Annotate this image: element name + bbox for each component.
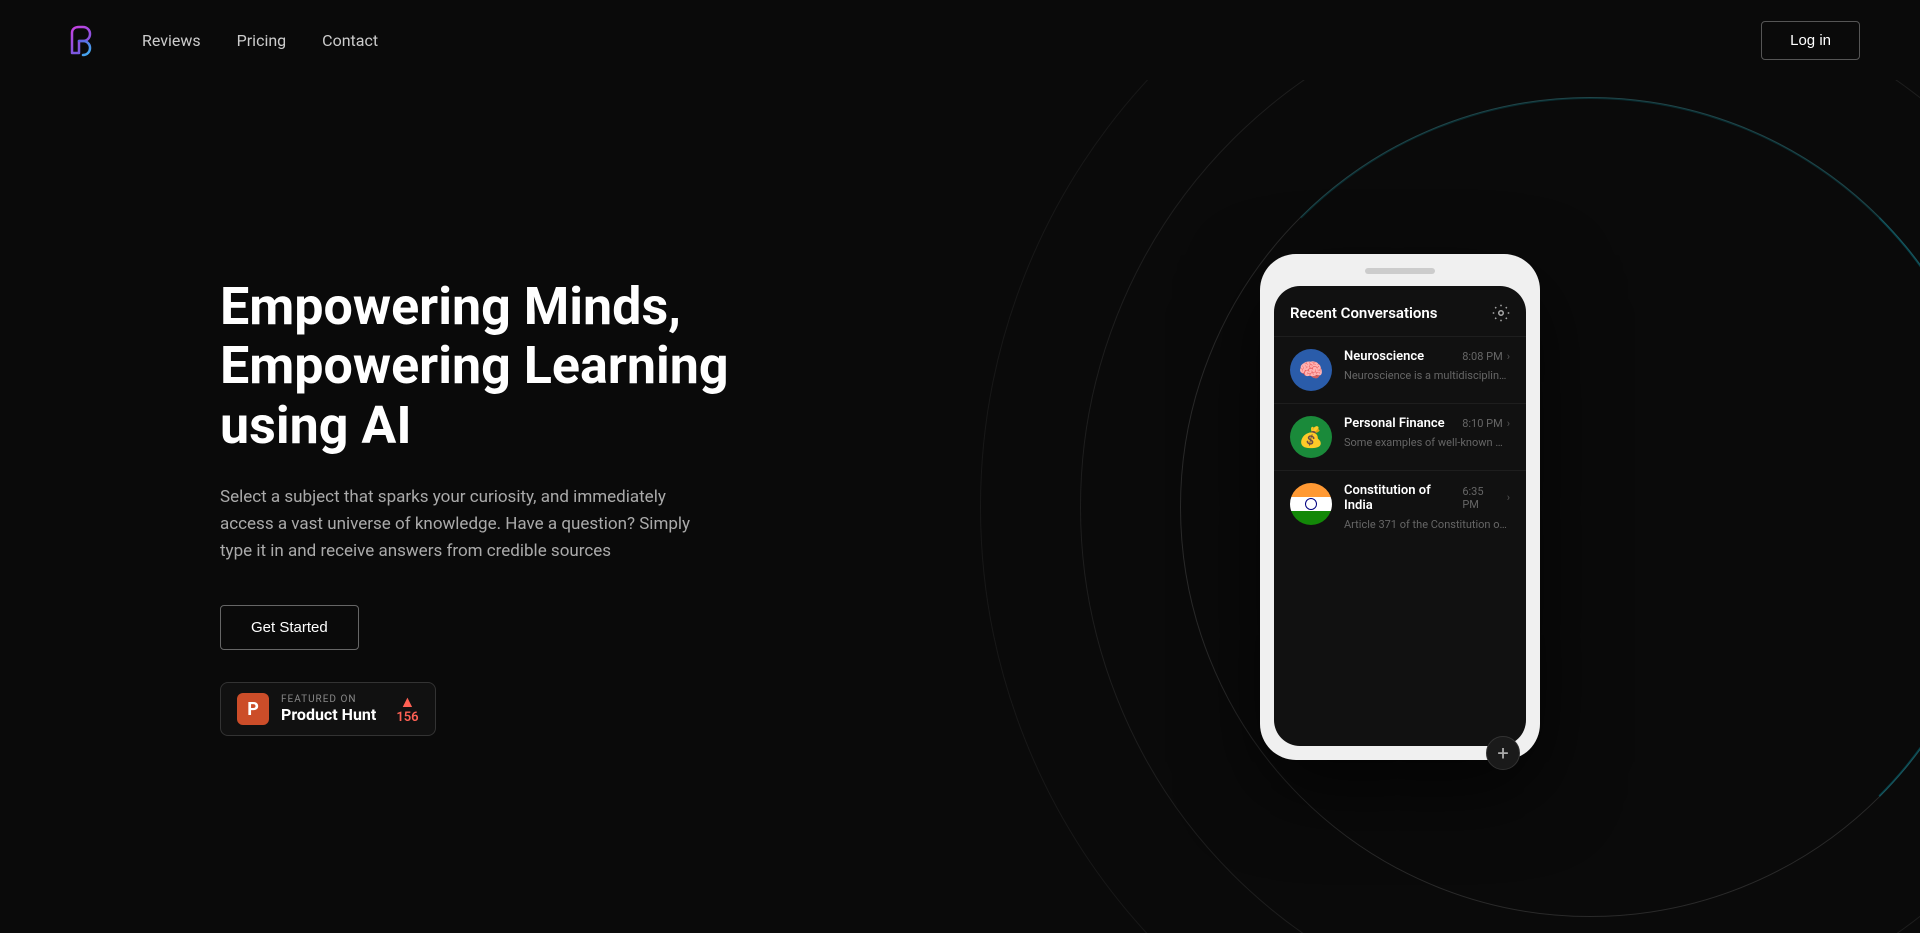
nav-links: Reviews Pricing Contact (142, 31, 1761, 50)
flag-green (1290, 511, 1332, 525)
phone-notch (1365, 268, 1435, 274)
ph-upvote-arrow: ▲ (400, 694, 416, 710)
phone-header: Recent Conversations (1274, 286, 1526, 336)
conv-title-neuroscience: Neuroscience (1344, 349, 1424, 364)
add-conversation-button[interactable]: + (1486, 736, 1520, 770)
phone-mockup: Recent Conversations 🧠 Neuroscience 8:08… (1260, 254, 1540, 760)
ashoka-chakra (1305, 498, 1317, 510)
phone-screen: Recent Conversations 🧠 Neuroscience 8:08… (1274, 286, 1526, 746)
nav-contact[interactable]: Contact (322, 31, 378, 50)
conv-title-finance: Personal Finance (1344, 416, 1445, 431)
phone-frame: Recent Conversations 🧠 Neuroscience 8:08… (1260, 254, 1540, 760)
conv-top-row-india: Constitution of India 6:35 PM › (1344, 483, 1510, 513)
ph-name: Product Hunt (281, 705, 376, 724)
flag-white (1290, 497, 1332, 511)
nav-right: Log in (1761, 21, 1860, 60)
avatar-neuroscience: 🧠 (1290, 349, 1332, 391)
conv-time-neuroscience: 8:08 PM › (1462, 350, 1510, 363)
logo[interactable] (60, 19, 102, 61)
conv-body-india: Constitution of India 6:35 PM › Article … (1344, 483, 1510, 532)
conv-top-row-neuroscience: Neuroscience 8:08 PM › (1344, 349, 1510, 364)
conversation-neuroscience[interactable]: 🧠 Neuroscience 8:08 PM › Neuroscience is… (1274, 336, 1526, 403)
conv-preview-finance: Some examples of well-known mutual fund … (1344, 435, 1510, 450)
ph-featured-label: FEATURED ON (281, 694, 376, 705)
conv-time-finance: 8:10 PM › (1462, 417, 1510, 430)
login-button[interactable]: Log in (1761, 21, 1860, 60)
conv-preview-neuroscience: Neuroscience is a multidisciplinary fiel… (1344, 368, 1510, 383)
chevron-icon: › (1507, 417, 1510, 430)
navbar: Reviews Pricing Contact Log in (0, 0, 1920, 80)
conv-title-india: Constitution of India (1344, 483, 1462, 513)
conv-top-row-finance: Personal Finance 8:10 PM › (1344, 416, 1510, 431)
conversation-finance[interactable]: 💰 Personal Finance 8:10 PM › Some exampl… (1274, 403, 1526, 470)
get-started-button[interactable]: Get Started (220, 605, 359, 650)
conv-time-india: 6:35 PM › (1462, 485, 1510, 511)
avatar-india-flag (1290, 483, 1332, 525)
settings-icon[interactable] (1492, 304, 1510, 322)
product-hunt-badge[interactable]: P FEATURED ON Product Hunt ▲ 156 (220, 682, 436, 736)
flag-saffron (1290, 483, 1332, 497)
hero-section: Empowering Minds, Empowering Learning us… (0, 80, 1920, 933)
nav-reviews[interactable]: Reviews (142, 31, 201, 50)
chevron-icon: › (1507, 350, 1510, 363)
hero-title: Empowering Minds, Empowering Learning us… (220, 277, 740, 456)
ph-vote-count: 156 (396, 710, 418, 725)
ph-votes: ▲ 156 (396, 694, 418, 725)
conv-preview-india: Article 371 of the Constitution of India… (1344, 517, 1510, 532)
hero-subtitle: Select a subject that sparks your curios… (220, 484, 700, 566)
conv-body-neuroscience: Neuroscience 8:08 PM › Neuroscience is a… (1344, 349, 1510, 383)
hero-content: Empowering Minds, Empowering Learning us… (220, 277, 740, 737)
phone-header-title: Recent Conversations (1290, 304, 1438, 322)
chevron-icon: › (1507, 491, 1510, 504)
avatar-finance: 💰 (1290, 416, 1332, 458)
product-hunt-text: FEATURED ON Product Hunt (281, 694, 376, 724)
product-hunt-logo-icon: P (237, 693, 269, 725)
conversation-india[interactable]: Constitution of India 6:35 PM › Article … (1274, 470, 1526, 544)
conv-body-finance: Personal Finance 8:10 PM › Some examples… (1344, 416, 1510, 450)
nav-pricing[interactable]: Pricing (237, 31, 287, 50)
